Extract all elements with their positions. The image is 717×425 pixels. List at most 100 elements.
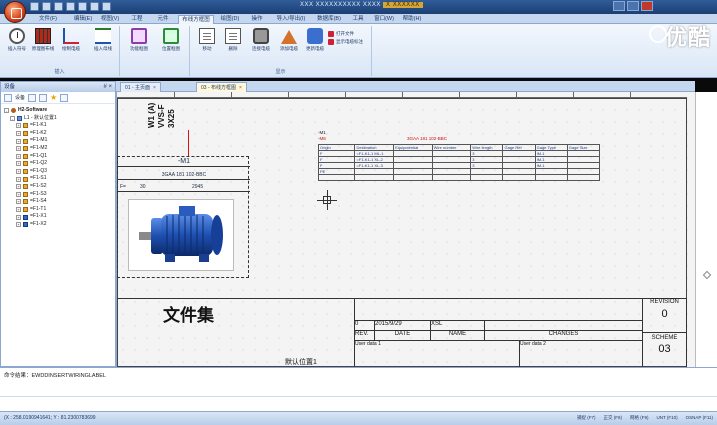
device-icon[interactable] (4, 93, 12, 102)
tree-node[interactable]: + =F1-Q2 (4, 160, 115, 168)
status-toggle[interactable]: 网格 (F9) (630, 415, 649, 421)
expand-icon[interactable]: + (16, 146, 21, 152)
scroll-thumb[interactable] (702, 270, 712, 280)
expand-icon[interactable]: - (10, 115, 15, 121)
table-cell (534, 174, 568, 181)
delete-button[interactable]: 删除 (218, 28, 248, 52)
ribbon-tab[interactable]: 窗口(W) (372, 15, 396, 24)
expand-icon[interactable]: - (4, 108, 9, 114)
schematic-wiring-button[interactable]: 原理图布线 (28, 28, 58, 52)
expand-icon[interactable]: + (16, 207, 21, 213)
ribbon-tab[interactable]: 帮助(H) (400, 15, 424, 24)
clock-icon (9, 28, 25, 44)
tree-node[interactable]: - L1 - 默认位置1 (4, 115, 115, 123)
save-icon[interactable] (54, 2, 63, 11)
show-cable-label-item[interactable]: 显示电缆标注 (328, 38, 363, 46)
location-block-button[interactable]: 位置框图 (156, 28, 186, 52)
tree-node[interactable]: + =F1-Q3 (4, 168, 115, 176)
ribbon-tab[interactable]: 导入/导出(I) (272, 15, 310, 24)
panel-title: 设备 (4, 84, 16, 90)
tree-node-label: =F1-S3 (30, 190, 47, 197)
expand-icon[interactable]: + (16, 123, 21, 129)
close-button[interactable] (641, 1, 653, 11)
connect-cable-button[interactable]: 连接电缆 (246, 28, 276, 52)
status-toggle[interactable]: UNT (F10) (656, 415, 677, 421)
tb-title-cell: 文件集 (117, 299, 355, 367)
tree-node[interactable]: - H2-Software (4, 107, 115, 115)
function-block-icon (131, 28, 147, 44)
motor-device-block[interactable]: -M1 3GAA 181 102-BBC F= 30 2945 (117, 156, 250, 278)
function-block-button[interactable]: 功能框图 (124, 28, 154, 52)
close-tab-icon[interactable]: × (153, 85, 156, 91)
expand-icon[interactable]: + (16, 214, 21, 220)
minimize-button[interactable] (613, 1, 625, 11)
settings-icon[interactable] (102, 2, 111, 11)
tree-node[interactable]: + =F1-K2 (4, 130, 115, 138)
ribbon-tab[interactable]: 绘图(D) (218, 15, 242, 24)
expand-icon[interactable]: + (16, 199, 21, 205)
help-icon[interactable] (60, 93, 69, 102)
ribbon-tab[interactable]: 视图(V) (98, 15, 122, 24)
expand-icon[interactable]: + (16, 131, 21, 137)
undo-icon[interactable] (66, 2, 75, 11)
ribbon-tab[interactable]: 数据库(B) (314, 15, 344, 24)
tree-node[interactable]: + =F1-S1 (4, 175, 115, 183)
status-toggle[interactable]: 捕捉 (F7) (577, 415, 596, 421)
maximize-button[interactable] (627, 1, 639, 11)
ribbon-tab[interactable]: 文件(F) (28, 15, 68, 24)
command-input[interactable] (0, 396, 717, 411)
ribbon-tab[interactable]: 布线方框图 (178, 15, 214, 24)
ribbon-tab[interactable]: 元件 (152, 15, 174, 24)
tree-node[interactable]: + =F1-S3 (4, 191, 115, 199)
ribbon-tab[interactable]: 工具 (348, 15, 368, 24)
expand-icon[interactable]: + (16, 161, 21, 167)
location-icon (17, 115, 22, 121)
document-tab[interactable]: 01 - 主页面 × (120, 82, 161, 92)
expand-icon[interactable]: + (16, 138, 21, 144)
expand-icon[interactable]: + (16, 176, 21, 182)
print-icon[interactable] (90, 2, 99, 11)
refresh-icon[interactable] (39, 93, 48, 102)
insert-bus-button[interactable]: 插入母线 (88, 28, 118, 52)
status-toggle[interactable]: 正交 (F8) (603, 415, 622, 421)
component-icon (23, 199, 28, 205)
tree-node[interactable]: + =F1-M2 (4, 145, 115, 153)
cable-line[interactable] (188, 130, 189, 156)
status-toggle[interactable]: OSNAP (F11) (686, 415, 713, 421)
expand-icon[interactable]: + (16, 222, 21, 228)
vertical-scrollbar[interactable] (695, 92, 717, 367)
open-file-item[interactable]: 打开文件 (328, 30, 363, 38)
expand-icon[interactable]: + (16, 184, 21, 190)
star-icon[interactable]: ★ (50, 93, 57, 102)
ribbon-tab[interactable]: 工程 (126, 15, 148, 24)
redo-icon[interactable] (78, 2, 87, 11)
filter-icon[interactable] (28, 93, 37, 102)
tree-node[interactable]: + =F1-Q1 (4, 153, 115, 161)
button-label: 原理图布线 (31, 46, 55, 51)
tree-node[interactable]: + =F1-M1 (4, 137, 115, 145)
changes-label: CHANGES (485, 331, 643, 341)
expand-icon[interactable]: + (16, 169, 21, 175)
wiring-parameter-table[interactable]: Origin Destination Equipotential Wire numbe… (317, 144, 601, 181)
close-tab-icon[interactable]: × (239, 85, 242, 91)
pin-close-icon[interactable]: # × (103, 82, 112, 92)
document-tab[interactable]: 03 - 布线方框图 × (196, 82, 247, 92)
tree-node[interactable]: + =F1-S4 (4, 198, 115, 206)
ribbon-tab[interactable]: 编辑(E) (72, 15, 94, 24)
new-icon[interactable] (30, 2, 39, 11)
expand-icon[interactable]: + (16, 191, 21, 197)
tree-node[interactable]: + =F1-K1 (4, 122, 115, 130)
table-row[interactable] (317, 174, 601, 181)
drawing-canvas[interactable]: W1 (A) VVS-F 3X25 -M1 3GAA 181 102-BBC F… (116, 92, 695, 367)
ribbon-tab[interactable]: 操作 (246, 15, 268, 24)
open-icon[interactable] (42, 2, 51, 11)
file-icon (328, 31, 334, 37)
expand-icon[interactable]: + (16, 153, 21, 159)
tree-node[interactable]: + =F1-X1 (4, 213, 115, 221)
tree-node[interactable]: + =F1-S2 (4, 183, 115, 191)
tree-node[interactable]: + =F1-T1 (4, 206, 115, 214)
draw-cable-button[interactable]: 绘制电缆 (56, 28, 86, 52)
tree-node[interactable]: + =F1-X2 (4, 221, 115, 229)
app-logo[interactable] (4, 1, 26, 23)
update-cable-button[interactable]: 更新电缆 (300, 28, 330, 52)
